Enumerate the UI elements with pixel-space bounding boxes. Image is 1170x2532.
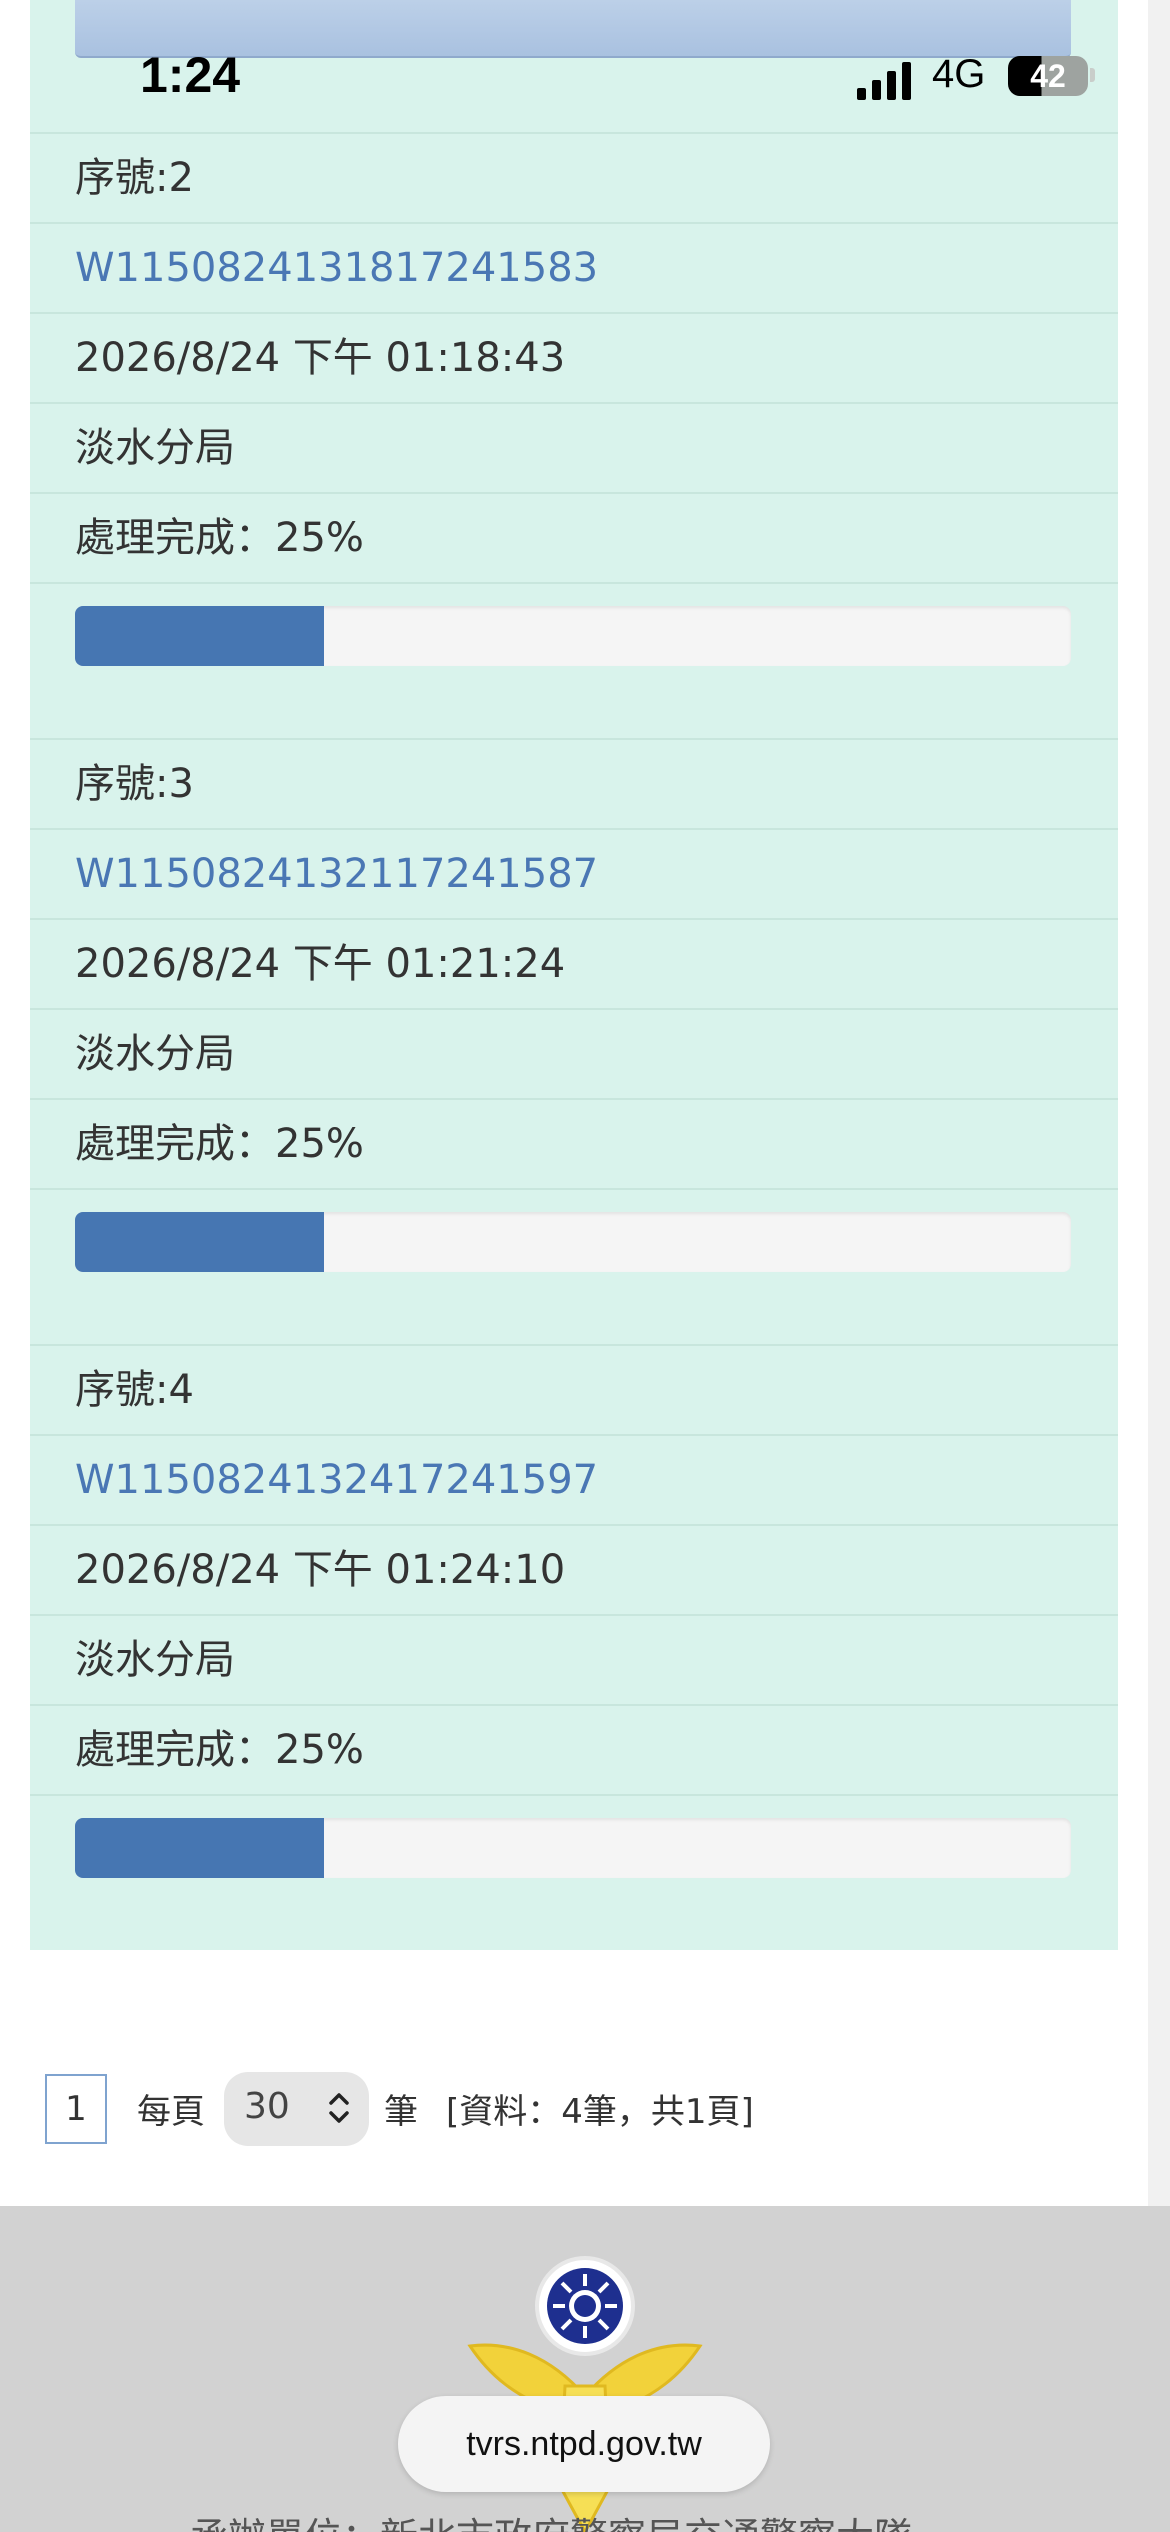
record-unit: 淡水分局 [75,1031,235,1077]
record-case-link[interactable]: W1150824131817241583 [75,244,598,292]
record-case-link[interactable]: W1150824132117241587 [75,850,598,898]
record-status: 處理完成：25% [75,1727,364,1773]
record-progress-row [30,582,1118,732]
footer-organizer-text: 承辦單位：新北市政府警察局交通警察大隊 [190,2506,912,2532]
record-case-row: W1150824131817241583 [30,222,1118,312]
chevron-updown-icon [329,2093,349,2123]
record-status-row: 處理完成：25% [30,1704,1118,1794]
record-case-row: W1150824132117241587 [30,828,1118,918]
progress-fill [75,1818,324,1878]
page-button-current[interactable]: 1 [45,2074,107,2144]
status-bar: 1:24 4G 42 [0,40,1170,120]
pagination: 1 每頁 30 筆 [資料：4筆，共1頁] [0,2072,1148,2146]
record-serial: 序號:4 [75,1367,194,1413]
record-serial-row: 序號:3 [30,738,1118,828]
record-case-link[interactable]: W1150824132417241597 [75,1456,598,1504]
record-datetime: 2026/8/24 下午 01:21:24 [75,941,566,987]
progress-bar [75,1212,1071,1272]
progress-bar [75,606,1071,666]
page-size-value: 30 [244,2086,290,2127]
record-status-row: 處理完成：25% [30,1098,1118,1188]
record-status-row: 處理完成：25% [30,492,1118,582]
record-datetime-row: 2026/8/24 下午 01:18:43 [30,312,1118,402]
battery-tip [1090,68,1095,82]
status-time: 1:24 [140,47,241,103]
record-serial: 序號:3 [75,761,194,807]
footer: tvrs.ntpd.gov.tw 承辦單位：新北市政府警察局交通警察大隊 [0,2206,1170,2532]
record-unit-row: 淡水分局 [30,402,1118,492]
record-datetime: 2026/8/24 下午 01:24:10 [75,1547,566,1593]
record-serial-row: 序號:2 [30,132,1118,222]
url-bar[interactable]: tvrs.ntpd.gov.tw [398,2396,770,2492]
record-status: 處理完成：25% [75,1121,364,1167]
progress-fill [75,606,324,666]
progress-bar [75,1818,1071,1878]
battery-icon: 42 [1008,56,1088,96]
page-size-unit: 筆 [384,2092,418,2132]
record-unit: 淡水分局 [75,425,235,471]
record-status: 處理完成：25% [75,515,364,561]
per-page-label: 每頁 [137,2092,205,2132]
page-size-select[interactable]: 30 [224,2072,369,2146]
record-unit-row: 淡水分局 [30,1614,1118,1704]
progress-fill [75,1212,324,1272]
record-datetime-row: 2026/8/24 下午 01:21:24 [30,918,1118,1008]
cellular-signal-icon [857,62,911,100]
record-datetime: 2026/8/24 下午 01:18:43 [75,335,566,381]
scroll-track[interactable] [1148,0,1170,2206]
record-unit: 淡水分局 [75,1637,235,1683]
record-progress-row [30,1188,1118,1338]
record-case-row: W1150824132417241597 [30,1434,1118,1524]
record-serial-row: 序號:4 [30,1344,1118,1434]
record-progress-row [30,1794,1118,1950]
record-serial: 序號:2 [75,155,194,201]
record-summary: [資料：4筆，共1頁] [446,2092,754,2132]
record-datetime-row: 2026/8/24 下午 01:24:10 [30,1524,1118,1614]
page: 1:24 4G 42 序號:2 W1150824131817241583 202… [0,0,1170,2532]
record-unit-row: 淡水分局 [30,1008,1118,1098]
network-type: 4G [932,52,986,96]
